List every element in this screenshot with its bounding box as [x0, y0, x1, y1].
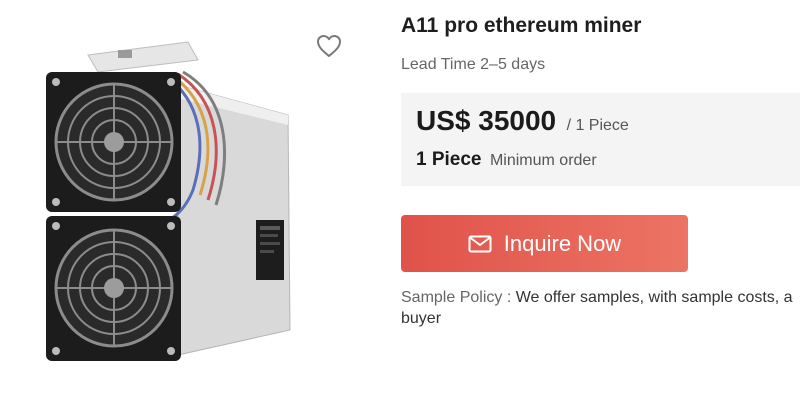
sample-policy: Sample Policy : We offer samples, with s… [401, 287, 800, 329]
price-panel: US$ 35000 / 1 Piece 1 Piece Minimum orde… [401, 93, 800, 186]
price-amount: US$ 35000 [416, 105, 557, 136]
price-unit: / 1 Piece [566, 117, 629, 134]
heart-outline-icon [317, 35, 341, 57]
product-gallery [0, 0, 370, 402]
favorite-button[interactable] [315, 33, 343, 59]
product-image[interactable] [18, 30, 328, 375]
minimum-order-label: Minimum order [489, 152, 597, 169]
sample-policy-text: We offer samples, with sample costs, a [515, 289, 793, 306]
inquire-now-button[interactable]: Inquire Now [401, 215, 688, 272]
minimum-order-row: 1 Piece Minimum order [416, 149, 597, 171]
minimum-order-quantity: 1 Piece [416, 149, 482, 170]
price-row: US$ 35000 / 1 Piece [416, 105, 629, 137]
product-detail-page: A11 pro ethereum miner Lead Time 2–5 day… [0, 0, 800, 402]
sample-policy-line-1: Sample Policy : We offer samples, with s… [401, 287, 800, 308]
sample-policy-label: Sample Policy : [401, 289, 512, 306]
product-title: A11 pro ethereum miner [401, 14, 642, 37]
mail-icon [468, 235, 492, 252]
inquire-now-label: Inquire Now [503, 230, 622, 256]
sample-policy-line-2: buyer [401, 310, 442, 327]
lead-time: Lead Time 2–5 days [401, 56, 546, 73]
